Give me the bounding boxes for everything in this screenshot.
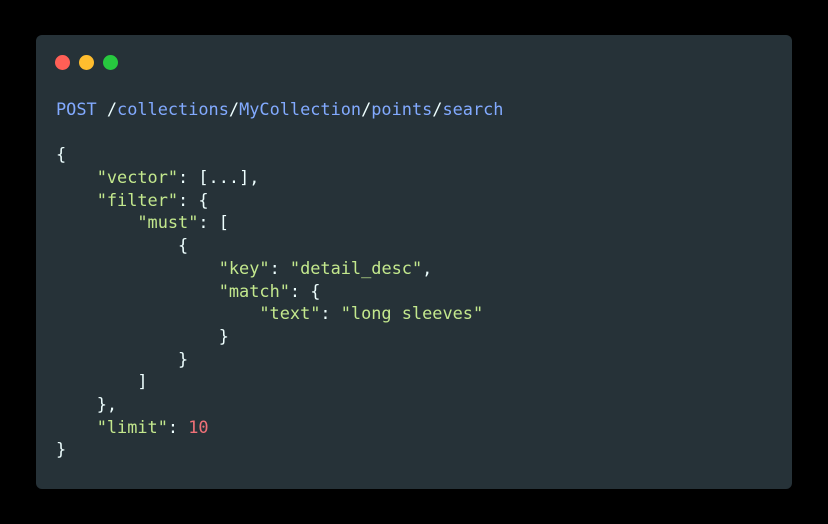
json-key: "limit": [96, 416, 168, 437]
json-number: 10: [188, 416, 209, 437]
code-block: POST /collections/MyCollection/points/se…: [56, 98, 503, 461]
window-controls: [55, 55, 118, 70]
json-key: "match": [218, 280, 290, 301]
code-line: }: [178, 348, 189, 369]
code-line: "limit": 10: [96, 416, 209, 437]
json-string: "long sleeves": [340, 303, 484, 324]
code-line: "filter": {: [96, 189, 209, 210]
request-line: POST /collections/MyCollection/points/se…: [56, 99, 504, 119]
json-value: [...]: [198, 167, 250, 188]
path-segment: points: [371, 99, 433, 119]
code-window: POST /collections/MyCollection/points/se…: [36, 35, 792, 489]
code-line: },: [96, 393, 118, 414]
code-line: "match": {: [218, 280, 321, 301]
code-line: }: [56, 439, 67, 460]
path-segment: MyCollection: [239, 99, 362, 119]
code-line: "vector": [...],: [96, 167, 260, 188]
json-key: "text": [259, 303, 321, 324]
json-key: "filter": [96, 189, 179, 210]
json-string: "detail_desc": [289, 257, 423, 278]
code-line: "must": [: [137, 212, 229, 233]
code-line: ]: [137, 371, 148, 392]
path-segment: collections: [117, 99, 229, 119]
maximize-dot-icon[interactable]: [103, 55, 118, 70]
json-key: "vector": [96, 167, 179, 188]
json-key: "must": [137, 212, 199, 233]
code-line: }: [218, 325, 229, 346]
code-line: {: [56, 144, 67, 165]
code-line: "key": "detail_desc",: [218, 257, 433, 278]
http-method: POST: [56, 99, 97, 119]
path-segment: search: [442, 99, 504, 119]
json-key: "key": [218, 257, 270, 278]
minimize-dot-icon[interactable]: [79, 55, 94, 70]
code-line: {: [178, 235, 189, 256]
code-line: "text": "long sleeves": [259, 303, 484, 324]
close-dot-icon[interactable]: [55, 55, 70, 70]
